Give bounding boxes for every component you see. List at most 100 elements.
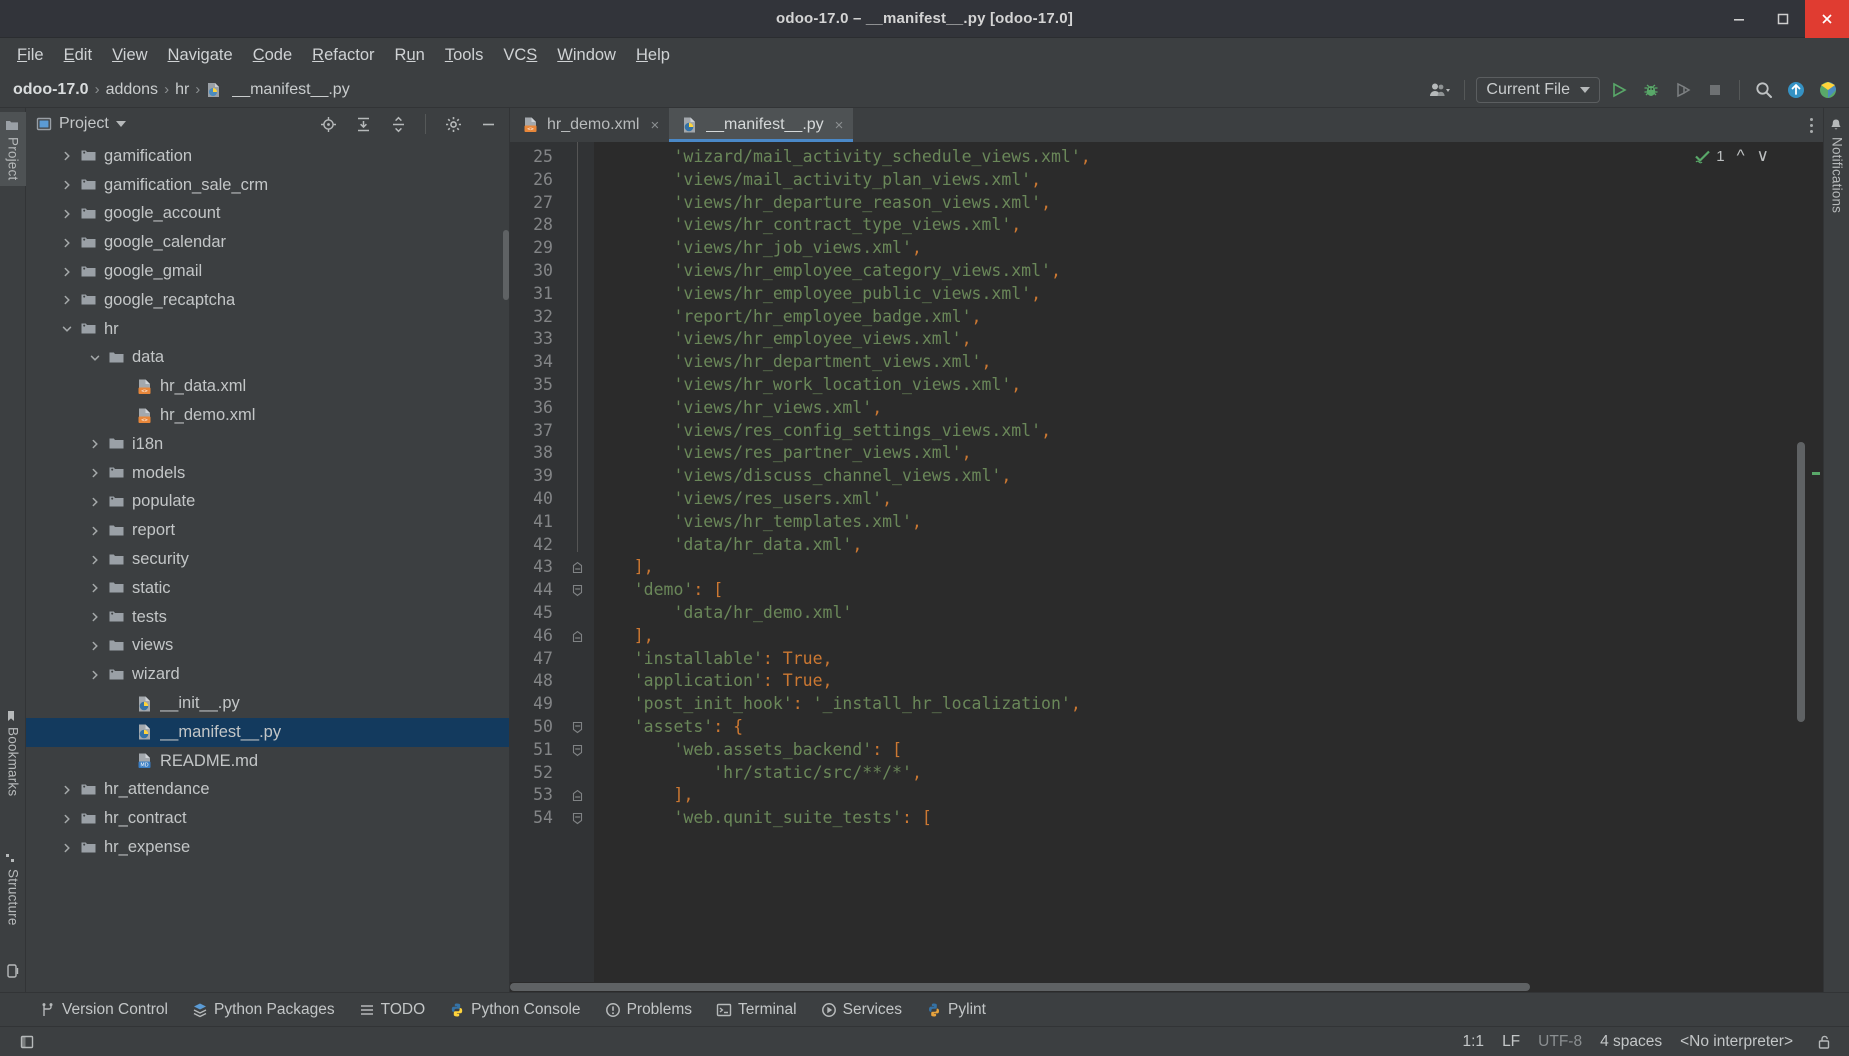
tool-window-terminal[interactable]: Terminal — [716, 1001, 797, 1019]
menu-tools[interactable]: Tools — [436, 43, 493, 68]
tree-row[interactable]: views — [26, 632, 509, 661]
menu-refactor[interactable]: Refactor — [303, 43, 383, 68]
fold-collapse-icon[interactable] — [571, 584, 584, 597]
tree-row[interactable]: google_account — [26, 200, 509, 229]
code-line[interactable]: 'web.qunit_suite_tests': [ — [594, 807, 1807, 830]
code-line[interactable]: 'views/hr_employee_public_views.xml', — [594, 283, 1807, 306]
chevron-right-icon[interactable] — [60, 842, 74, 854]
tool-window-problems[interactable]: Problems — [605, 1001, 692, 1019]
menu-help[interactable]: Help — [627, 43, 679, 68]
tree-row[interactable]: google_calendar — [26, 228, 509, 257]
tool-window-version-control[interactable]: Version Control — [40, 1001, 168, 1019]
stripe-tab-structure[interactable]: Structure — [0, 846, 26, 932]
tree-row[interactable]: google_recaptcha — [26, 286, 509, 315]
tree-row[interactable]: security — [26, 545, 509, 574]
menu-vcs[interactable]: VCS — [494, 43, 546, 68]
code-line[interactable]: 'assets': { — [594, 716, 1807, 739]
fold-end-icon[interactable] — [571, 561, 584, 574]
code-line[interactable]: 'data/hr_demo.xml' — [594, 602, 1807, 625]
tree-row[interactable]: hr_attendance — [26, 776, 509, 805]
code-line[interactable]: ], — [594, 784, 1807, 807]
maximize-button[interactable] — [1761, 0, 1805, 38]
code-line[interactable]: 'wizard/mail_activity_schedule_views.xml… — [594, 146, 1807, 169]
menu-view[interactable]: View — [103, 43, 156, 68]
tree-row[interactable]: __init__.py — [26, 689, 509, 718]
code-editor[interactable]: 'wizard/mail_activity_schedule_views.xml… — [594, 142, 1807, 982]
open-tool-window-icon[interactable] — [14, 1029, 40, 1055]
chevron-right-icon[interactable] — [60, 179, 74, 191]
chevron-right-icon[interactable] — [88, 640, 102, 652]
chevron-right-icon[interactable] — [88, 467, 102, 479]
more-options-icon[interactable] — [1810, 117, 1813, 133]
fold-collapse-icon[interactable] — [571, 812, 584, 825]
tool-window-python-packages[interactable]: Python Packages — [192, 1001, 335, 1019]
code-line[interactable]: 'demo': [ — [594, 579, 1807, 602]
analysis-mark[interactable] — [1812, 472, 1820, 475]
code-line[interactable]: 'views/hr_job_views.xml', — [594, 237, 1807, 260]
stripe-settings-icon[interactable] — [5, 963, 21, 984]
next-highlight-icon[interactable]: ∨ — [1757, 146, 1769, 166]
plugin-icon[interactable] — [1815, 77, 1841, 103]
chevron-down-icon[interactable] — [115, 121, 126, 127]
tool-window-pylint[interactable]: Pylint — [926, 1001, 986, 1019]
tree-row[interactable]: report — [26, 516, 509, 545]
chevron-right-icon[interactable] — [60, 294, 74, 306]
editor-tab-options[interactable] — [1810, 108, 1823, 142]
people-icon[interactable] — [1427, 77, 1453, 103]
breadcrumb-project[interactable]: odoo-17.0 — [10, 80, 92, 100]
tree-row[interactable]: data — [26, 344, 509, 373]
code-line[interactable]: 'post_init_hook': '_install_hr_localizat… — [594, 693, 1807, 716]
settings-gear-icon[interactable] — [440, 111, 466, 137]
tree-row[interactable]: static — [26, 574, 509, 603]
code-line[interactable]: 'views/hr_contract_type_views.xml', — [594, 214, 1807, 237]
stripe-tab-bookmarks[interactable]: Bookmarks — [0, 704, 26, 802]
code-line[interactable]: 'views/res_partner_views.xml', — [594, 442, 1807, 465]
tree-row-selected[interactable]: __manifest__.py — [26, 717, 509, 747]
hide-panel-icon[interactable] — [475, 111, 501, 137]
menu-code[interactable]: Code — [244, 43, 301, 68]
collapse-all-icon[interactable] — [385, 111, 411, 137]
chevron-right-icon[interactable] — [88, 554, 102, 566]
tool-window-todo[interactable]: TODO — [359, 1001, 425, 1019]
tree-row[interactable]: hr_expense — [26, 833, 509, 862]
code-line[interactable]: 'views/discuss_channel_views.xml', — [594, 465, 1807, 488]
code-line[interactable]: 'installable': True, — [594, 648, 1807, 671]
fold-end-icon[interactable] — [571, 630, 584, 643]
chevron-right-icon[interactable] — [60, 150, 74, 162]
chevron-right-icon[interactable] — [60, 784, 74, 796]
code-line[interactable]: 'views/hr_employee_views.xml', — [594, 328, 1807, 351]
chevron-right-icon[interactable] — [60, 237, 74, 249]
menu-window[interactable]: Window — [548, 43, 625, 68]
chevron-right-icon[interactable] — [88, 496, 102, 508]
code-line[interactable]: 'views/hr_departure_reason_views.xml', — [594, 192, 1807, 215]
minimize-button[interactable] — [1717, 0, 1761, 38]
code-line[interactable]: 'views/res_config_settings_views.xml', — [594, 420, 1807, 443]
code-folding-gutter[interactable] — [562, 142, 594, 982]
breadcrumb-addons[interactable]: addons — [103, 80, 162, 100]
close-button[interactable] — [1805, 0, 1849, 38]
code-line[interactable]: 'web.assets_backend': [ — [594, 739, 1807, 762]
code-line[interactable]: 'data/hr_data.xml', — [594, 534, 1807, 557]
code-line[interactable]: 'views/hr_employee_category_views.xml', — [594, 260, 1807, 283]
tool-window-services[interactable]: Services — [821, 1001, 902, 1019]
chevron-right-icon[interactable] — [88, 438, 102, 450]
tree-row[interactable]: hr — [26, 315, 509, 344]
chevron-right-icon[interactable] — [88, 611, 102, 623]
tree-row[interactable]: gamification — [26, 142, 509, 171]
code-line[interactable]: 'views/hr_department_views.xml', — [594, 351, 1807, 374]
chevron-right-icon[interactable] — [88, 582, 102, 594]
run-icon[interactable] — [1606, 77, 1632, 103]
menu-run[interactable]: Run — [386, 43, 434, 68]
code-line[interactable]: 'views/hr_work_location_views.xml', — [594, 374, 1807, 397]
editor-horizontal-scrollbar[interactable] — [510, 983, 1530, 991]
menu-edit[interactable]: Edit — [55, 43, 101, 68]
line-separator[interactable]: LF — [1502, 1033, 1520, 1051]
tree-row[interactable]: wizard — [26, 660, 509, 689]
code-line[interactable]: 'views/mail_activity_plan_views.xml', — [594, 169, 1807, 192]
select-opened-file-icon[interactable] — [315, 111, 341, 137]
tree-row[interactable]: google_gmail — [26, 257, 509, 286]
breadcrumb-hr[interactable]: hr — [172, 80, 192, 100]
editor-vertical-scrollbar[interactable] — [1797, 442, 1805, 722]
file-encoding[interactable]: UTF-8 — [1538, 1033, 1582, 1051]
code-line[interactable]: ], — [594, 625, 1807, 648]
